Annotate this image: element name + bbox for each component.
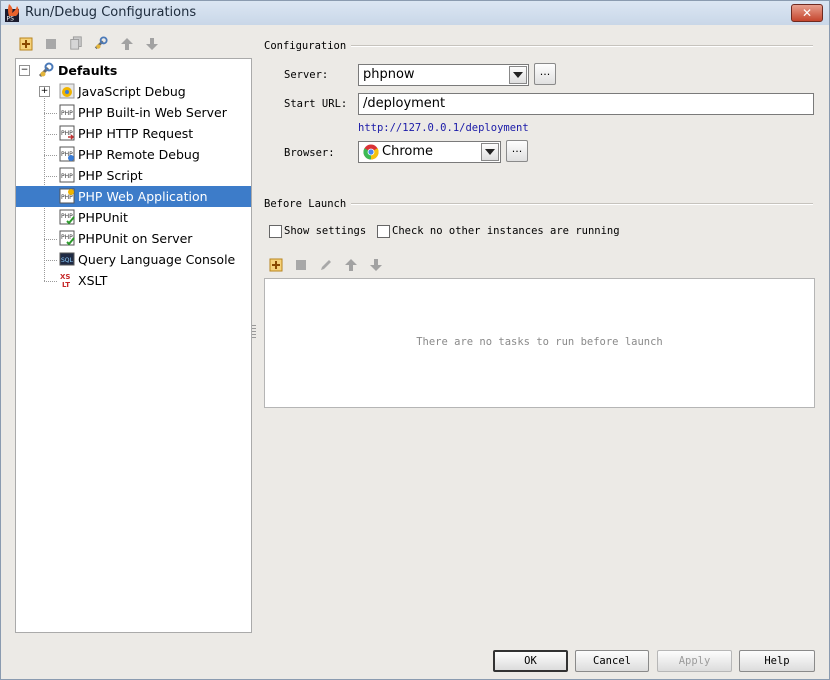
start-url-input[interactable]: /deployment [358,93,814,115]
browser-browse-button[interactable]: ... [506,140,528,162]
svg-text:PHP: PHP [61,194,73,201]
tree-item-php-builtin-web-server[interactable]: PHP PHP Built-in Web Server [16,102,251,123]
phpunit-server-icon: PHP [59,230,75,246]
check-instances-checkbox[interactable] [377,225,390,238]
tree-item-php-web-application[interactable]: PHP PHP Web Application [16,186,251,207]
configurations-tree[interactable]: − Defaults + JavaScript Debug PHP PHP Bu… [15,58,252,633]
browser-combobox[interactable]: Chrome [358,141,501,163]
tree-item-label: PHP Web Application [78,189,208,204]
start-url-label: Start URL: [284,98,348,110]
query-console-icon: SQL [59,252,75,266]
php-server-icon: PHP [59,104,75,120]
php-web-application-icon: PHP [59,188,75,204]
tree-item-query-language-console[interactable]: SQL Query Language Console [16,249,251,270]
empty-tasks-message: There are no tasks to run before launch [416,336,663,348]
window-title: Run/Debug Configurations [25,5,197,20]
svg-text:PHP: PHP [61,110,73,117]
svg-text:SQL: SQL [61,257,74,264]
server-combobox[interactable]: phpnow [358,64,529,86]
ok-button[interactable]: OK [493,650,568,672]
remove-icon [46,39,56,49]
help-button[interactable]: Help [739,650,815,672]
remove-task-icon [296,260,306,270]
tree-item-label: PHPUnit on Server [78,231,193,246]
expand-icon[interactable]: + [39,86,50,97]
add-icon[interactable] [19,37,33,51]
move-up-icon [345,259,357,271]
tree-item-php-script[interactable]: PHP PHP Script [16,165,251,186]
apply-button: Apply [657,650,732,672]
defaults-icon [38,62,54,78]
edit-defaults-icon[interactable] [94,36,108,50]
move-down-icon [146,38,158,50]
title-bar: PS Run/Debug Configurations ✕ [1,1,829,25]
phpstorm-app-icon: PS [5,4,19,23]
before-launch-section-title: Before Launch [264,198,347,210]
tree-item-label: JavaScript Debug [78,84,186,99]
show-settings-label: Show settings [284,225,367,237]
chevron-down-icon[interactable] [481,143,499,161]
configuration-section-title: Configuration [264,40,347,52]
edit-task-icon [321,260,331,270]
svg-text:XS: XS [60,273,70,281]
tree-item-xslt[interactable]: XS LT XSLT [16,270,251,291]
resolved-url-link[interactable]: http://127.0.0.1/deployment [358,122,529,134]
chrome-icon [363,144,379,160]
svg-text:PS: PS [7,16,15,23]
tree-item-label: Query Language Console [78,252,236,267]
browser-label: Browser: [284,147,335,159]
section-separator [351,45,813,47]
server-value: phpnow [363,67,415,82]
tree-item-label: PHPUnit [78,210,128,225]
section-separator [351,203,813,205]
splitter-handle[interactable] [252,325,256,339]
php-script-icon: PHP [59,167,75,183]
javascript-debug-icon [59,83,75,99]
tree-item-label: XSLT [78,273,108,288]
copy-icon [70,36,82,50]
before-launch-task-list[interactable]: There are no tasks to run before launch [264,278,815,408]
chevron-down-icon[interactable] [509,66,527,84]
remote-debug-icon: PHP [59,146,75,162]
tree-item-php-remote-debug[interactable]: PHP PHP Remote Debug [16,144,251,165]
close-icon: ✕ [801,6,813,20]
cancel-button[interactable]: Cancel [575,650,649,672]
xslt-icon: XSLT [60,273,70,288]
tree-item-label: PHP Remote Debug [78,147,200,162]
move-down-icon [370,259,382,271]
tree-item-php-http-request[interactable]: PHP PHP HTTP Request [16,123,251,144]
show-settings-checkbox[interactable] [269,225,282,238]
dialog-body: − Defaults + JavaScript Debug PHP PHP Bu… [1,25,829,679]
tree-item-phpunit-on-server[interactable]: PHP PHPUnit on Server [16,228,251,249]
svg-text:LT: LT [62,281,70,288]
start-url-value: /deployment [363,96,446,111]
close-button[interactable]: ✕ [791,4,823,22]
tree-item-label: PHP Built-in Web Server [78,105,227,120]
browser-value: Chrome [382,144,433,159]
server-label: Server: [284,69,329,81]
tree-item-label: PHP HTTP Request [78,126,194,141]
move-up-icon [121,38,133,50]
svg-text:PHP: PHP [61,173,73,180]
tree-root-label: Defaults [58,63,118,78]
run-debug-configurations-dialog: PS Run/Debug Configurations ✕ − Defaults… [0,0,830,680]
tree-item-phpunit[interactable]: PHP PHPUnit [16,207,251,228]
tree-item-label: PHP Script [78,168,143,183]
add-task-icon[interactable] [269,258,283,272]
phpunit-icon: PHP [59,209,75,225]
check-instances-label: Check no other instances are running [392,225,620,237]
tree-root-defaults[interactable]: − Defaults [16,60,251,81]
server-browse-button[interactable]: ... [534,63,556,85]
http-request-icon: PHP [59,125,75,141]
collapse-icon[interactable]: − [19,65,30,76]
tree-item-javascript-debug[interactable]: + JavaScript Debug [16,81,251,102]
